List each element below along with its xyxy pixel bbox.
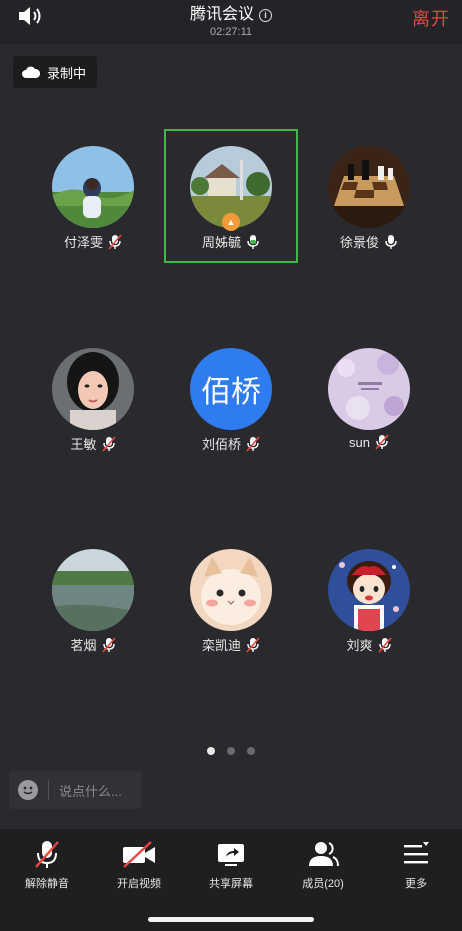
video-off-icon xyxy=(123,841,155,868)
participant-tile[interactable]: 刘爽 xyxy=(302,549,436,654)
participant-tile[interactable]: 茗烟 xyxy=(26,549,160,654)
chat-placeholder: 说点什么... xyxy=(59,783,122,799)
mic-muted-icon xyxy=(246,435,260,452)
participant-tile[interactable]: 周姊毓 xyxy=(164,146,298,251)
mic-muted-icon xyxy=(35,841,59,868)
participant-name: 茗烟 xyxy=(70,638,97,653)
avatar xyxy=(52,549,134,631)
participant-tile[interactable]: 王敏 xyxy=(26,348,160,453)
participant-name: 栾凯迪 xyxy=(201,638,241,653)
participant-name: sun xyxy=(349,434,370,450)
mic-muted-icon xyxy=(108,233,122,250)
share-screen-button[interactable]: 共享屏幕 xyxy=(185,839,277,891)
info-icon[interactable]: i xyxy=(259,9,272,22)
participant-name: 徐景俊 xyxy=(339,235,379,250)
mic-muted-icon xyxy=(101,435,116,452)
page-dot[interactable] xyxy=(227,747,235,755)
participant-name: 刘爽 xyxy=(346,638,373,653)
mic-icon xyxy=(385,234,397,249)
participant-tile[interactable]: sun xyxy=(302,348,436,450)
more-button[interactable]: 更多 xyxy=(370,839,462,891)
meeting-timer: 02:27:11 xyxy=(209,26,252,38)
meeting-title: 腾讯会议 xyxy=(189,6,254,23)
start-video-label: 开启视频 xyxy=(117,878,161,890)
home-indicator[interactable] xyxy=(148,917,314,922)
mic-muted-icon xyxy=(101,636,116,653)
share-screen-icon xyxy=(218,844,244,866)
participant-tile[interactable]: 栾凯迪 xyxy=(164,549,298,654)
participant-tile[interactable]: 徐景俊 xyxy=(302,146,436,251)
members-label: 成员(20) xyxy=(302,878,344,890)
participant-name: 周姊毓 xyxy=(201,235,241,250)
page-dot[interactable] xyxy=(247,747,255,755)
menu-icon xyxy=(404,842,429,864)
divider xyxy=(48,780,49,800)
participant-name: 付泽雯 xyxy=(63,235,103,250)
participant-tile[interactable]: 佰桥 刘佰桥 xyxy=(164,348,298,453)
share-screen-label: 共享屏幕 xyxy=(209,878,253,890)
mic-muted-icon xyxy=(375,434,389,450)
members-button[interactable]: 成员(20) xyxy=(277,839,369,891)
leave-button[interactable]: 离开 xyxy=(412,5,450,31)
page-indicator[interactable] xyxy=(0,747,462,755)
chat-input[interactable]: 说点什么... xyxy=(9,771,142,809)
title-area: 腾讯会议 i 02:27:11 xyxy=(0,0,462,38)
participant-name: 王敏 xyxy=(70,437,97,452)
mic-active-icon xyxy=(247,234,259,249)
participant-name: 刘佰桥 xyxy=(201,437,241,452)
page-dot-active[interactable] xyxy=(207,747,215,755)
avatar-initials: 佰桥 xyxy=(201,376,261,409)
avatar xyxy=(328,146,410,228)
members-icon xyxy=(309,842,339,867)
more-label: 更多 xyxy=(405,878,427,890)
top-bar: 腾讯会议 i 02:27:11 离开 xyxy=(0,0,462,44)
host-icon: ▲ xyxy=(222,213,240,231)
avatar xyxy=(328,549,410,631)
recording-label: 录制中 xyxy=(47,65,87,81)
avatar xyxy=(52,146,134,228)
mic-muted-icon xyxy=(246,636,260,653)
bottom-toolbar: 解除静音 开启视频 共享屏幕 成员(20) 更多 xyxy=(0,829,462,931)
emoji-icon[interactable] xyxy=(18,780,38,800)
mic-muted-icon xyxy=(377,636,392,653)
avatar xyxy=(190,549,272,631)
avatar xyxy=(52,348,134,430)
avatar: 佰桥 xyxy=(190,348,272,430)
participant-tile[interactable]: 付泽雯 xyxy=(26,146,160,251)
start-video-button[interactable]: 开启视频 xyxy=(93,839,185,891)
unmute-label: 解除静音 xyxy=(25,878,69,890)
avatar xyxy=(328,348,410,430)
unmute-button[interactable]: 解除静音 xyxy=(1,839,93,891)
cloud-icon xyxy=(22,66,40,78)
recording-badge[interactable]: 录制中 xyxy=(13,56,97,88)
